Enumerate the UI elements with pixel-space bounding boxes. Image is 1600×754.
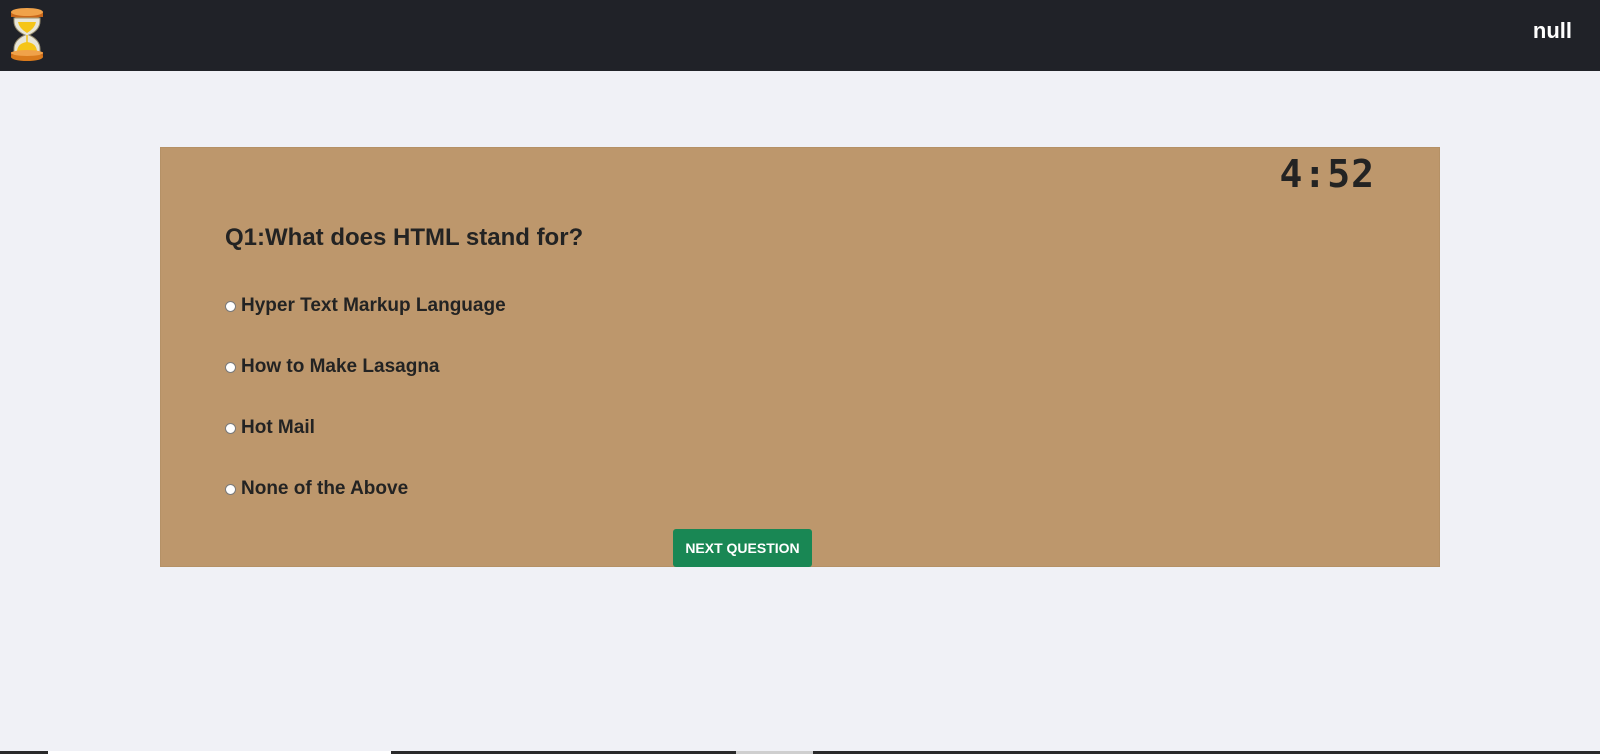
- quiz-card: 4:52 Q1:What does HTML stand for? Hyper …: [160, 147, 1440, 567]
- answer-label[interactable]: How to Make Lasagna: [241, 356, 440, 378]
- hourglass-icon[interactable]: [9, 8, 45, 62]
- radio-button[interactable]: [225, 422, 236, 434]
- answer-label[interactable]: None of the Above: [241, 478, 408, 500]
- username-label: null: [1532, 18, 1572, 43]
- answer-label[interactable]: Hyper Text Markup Language: [241, 295, 506, 317]
- top-navbar: null: [0, 0, 1600, 71]
- radio-button[interactable]: [225, 483, 236, 495]
- answer-label[interactable]: Hot Mail: [241, 417, 315, 439]
- next-question-button[interactable]: NEXT QUESTION: [673, 529, 812, 567]
- question-text: Q1:What does HTML stand for?: [225, 224, 584, 251]
- answer-options: Hyper Text Markup Language How to Make L…: [225, 295, 506, 540]
- answer-option-4[interactable]: None of the Above: [225, 478, 506, 500]
- radio-button[interactable]: [225, 300, 236, 312]
- answer-option-3[interactable]: Hot Mail: [225, 417, 506, 439]
- answer-option-1[interactable]: Hyper Text Markup Language: [225, 295, 506, 317]
- answer-option-2[interactable]: How to Make Lasagna: [225, 356, 506, 378]
- countdown-timer: 4:52: [1279, 152, 1375, 196]
- radio-button[interactable]: [225, 361, 236, 373]
